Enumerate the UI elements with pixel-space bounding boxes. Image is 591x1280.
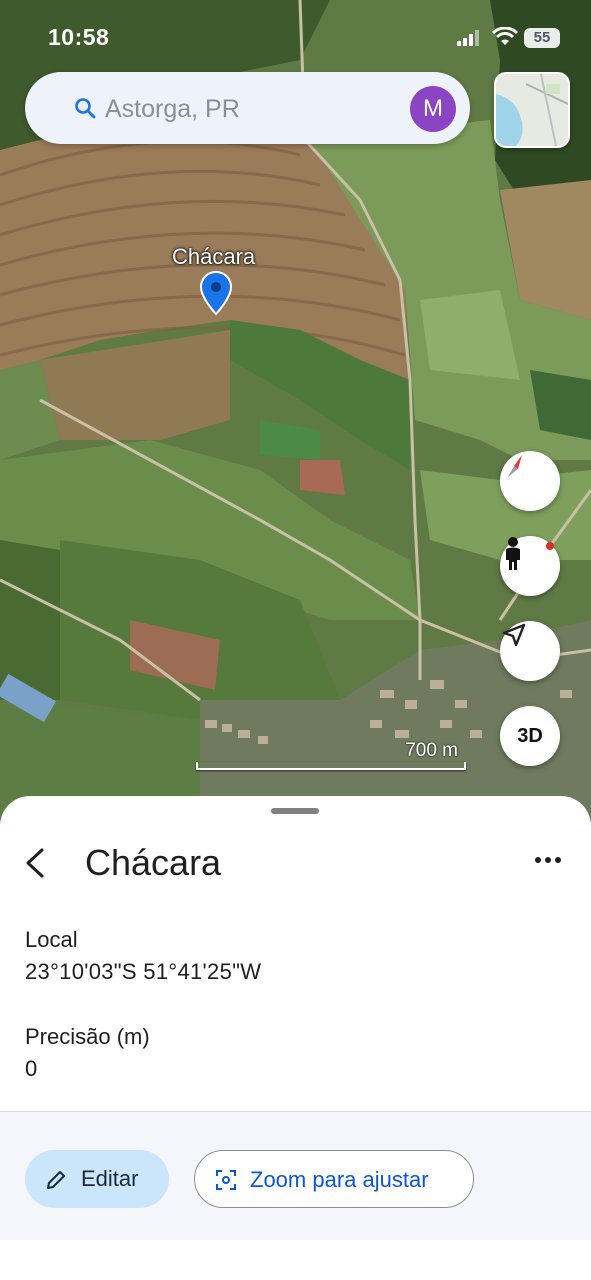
notification-dot	[546, 542, 554, 550]
cellular-signal-icon	[457, 30, 479, 46]
pin-label[interactable]: Chácara	[172, 244, 255, 270]
precision-value: 0	[25, 1056, 38, 1081]
zoom-fit-icon	[216, 1170, 236, 1190]
status-bar: 10:58 55	[0, 0, 591, 72]
place-title: Chácara	[85, 842, 222, 883]
scale-line	[196, 762, 466, 770]
scale-label: 700 m	[405, 740, 458, 761]
place-bottom-sheet[interactable]: Chácara Local 23°10'03"S 51°41'25"W Prec…	[0, 796, 591, 1280]
action-bar: Editar Zoom para ajustar	[0, 1112, 591, 1240]
back-arrow-icon[interactable]	[22, 846, 48, 880]
street-view-button[interactable]	[500, 536, 560, 596]
3d-button[interactable]: 3D	[500, 706, 560, 766]
compass-button[interactable]	[500, 451, 560, 511]
precision-label: Precisão (m)	[25, 1024, 150, 1049]
location-label: Local	[25, 927, 78, 952]
status-time: 10:58	[48, 24, 110, 50]
zoom-to-fit-button[interactable]: Zoom para ajustar	[194, 1150, 474, 1208]
pencil-icon	[47, 1171, 65, 1189]
wifi-icon	[492, 27, 518, 45]
battery-indicator: 55	[524, 28, 560, 48]
more-options-icon[interactable]	[534, 856, 562, 864]
compass-icon	[508, 455, 522, 477]
search-icon	[75, 98, 96, 119]
layers-icon	[496, 74, 568, 146]
edit-button[interactable]: Editar	[25, 1150, 169, 1208]
location-coordinates: 23°10'03"S 51°41'25"W	[25, 959, 262, 984]
search-bar[interactable]: M	[25, 72, 470, 144]
scale-bar: 700 m	[196, 740, 468, 770]
avatar[interactable]: M	[410, 86, 456, 132]
navigation-arrow-icon	[502, 623, 526, 647]
drag-handle[interactable]	[271, 808, 319, 814]
my-location-button[interactable]	[500, 621, 560, 681]
search-input[interactable]	[103, 90, 397, 128]
zoom-to-fit-label: Zoom para ajustar	[250, 1167, 429, 1192]
pegman-icon	[506, 537, 520, 570]
edit-button-label: Editar	[81, 1166, 139, 1191]
layers-button[interactable]	[494, 72, 570, 148]
